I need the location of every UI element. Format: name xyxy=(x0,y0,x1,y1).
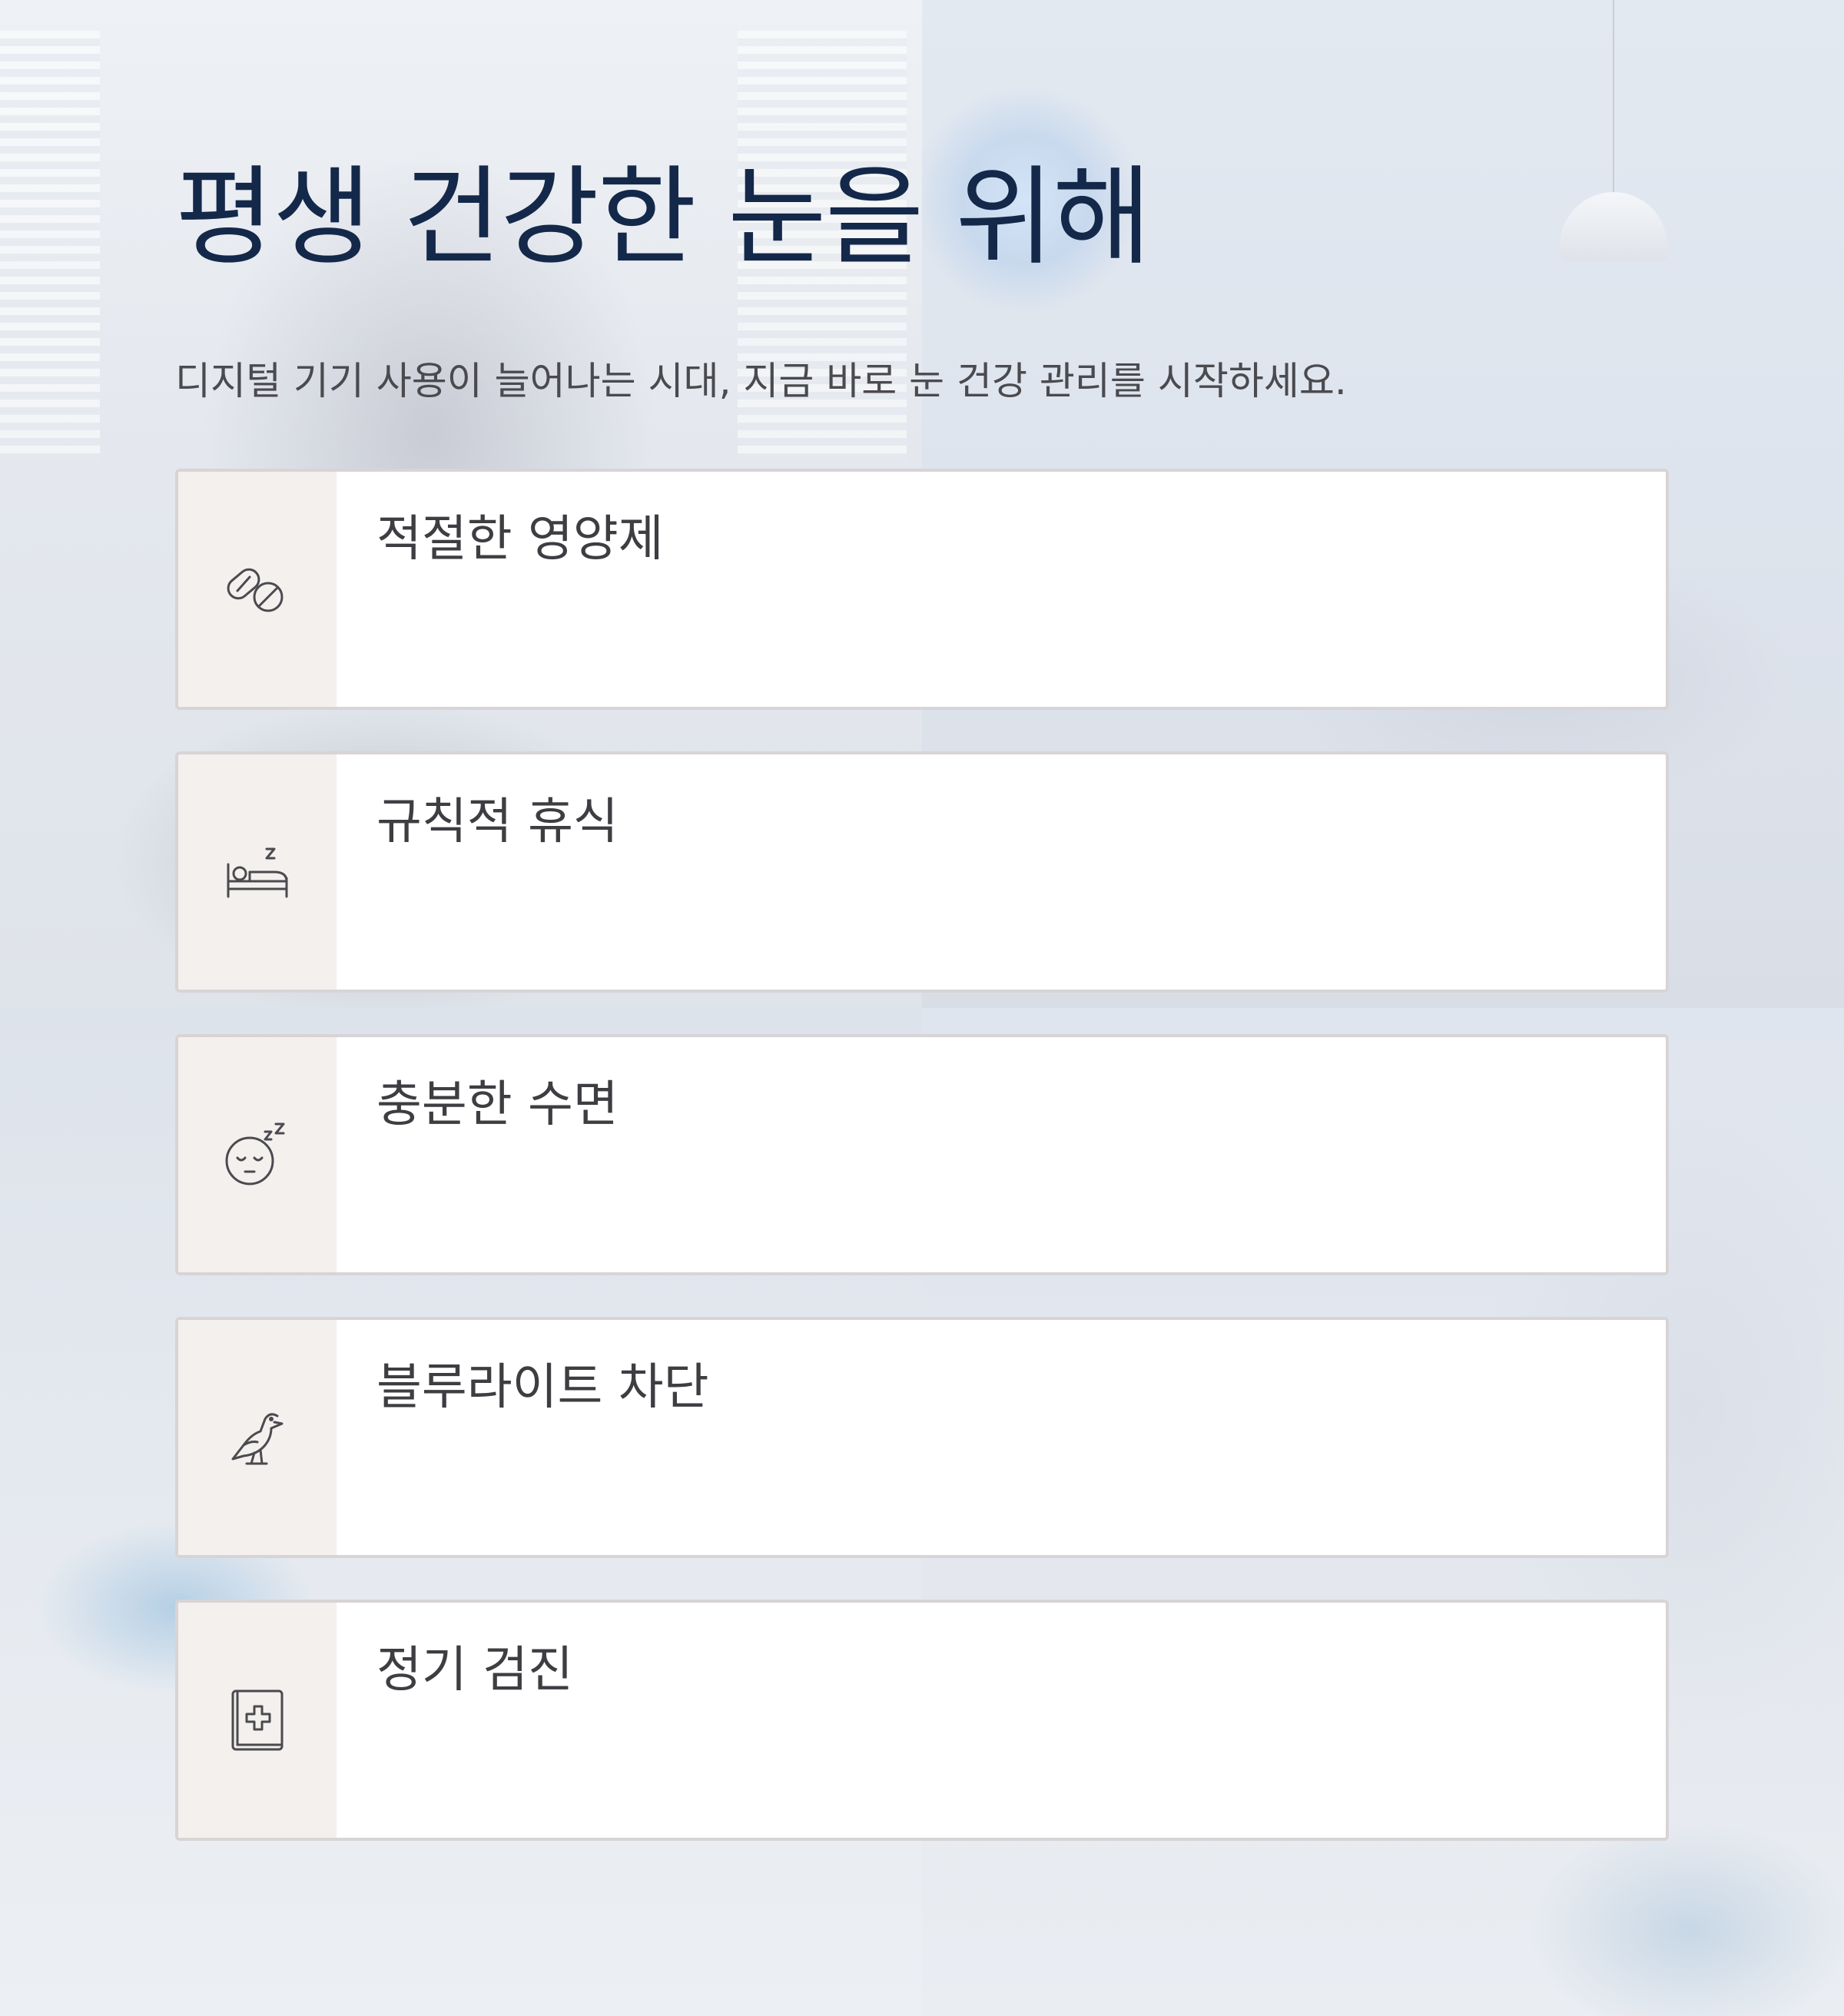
tip-card-body: 정기 검진 xyxy=(337,1603,1666,1838)
sleeping-face-icon xyxy=(225,1122,285,1185)
background-window xyxy=(0,31,100,461)
tip-icon-cell xyxy=(178,754,337,990)
background-lamp-cord xyxy=(1613,0,1614,192)
tip-card-body: 충분한 수면 xyxy=(337,1037,1666,1272)
bed-icon xyxy=(227,847,288,898)
bird-icon xyxy=(231,1413,284,1465)
tip-card-body: 블루라이트 차단 xyxy=(337,1320,1666,1555)
tip-card-checkup: 정기 검진 xyxy=(175,1600,1669,1841)
tip-icon-cell xyxy=(178,1320,337,1555)
medical-book-icon xyxy=(231,1689,284,1751)
tip-card-title: 규칙적 휴식 xyxy=(376,794,619,850)
tip-icon-cell xyxy=(178,1037,337,1272)
tip-card-rest: 규칙적 휴식 xyxy=(175,751,1669,993)
page-title: 평생 건강한 눈을 위해 xyxy=(175,155,1152,280)
tip-icon-cell xyxy=(178,1603,337,1838)
tip-card-title: 충분한 수면 xyxy=(376,1076,619,1133)
tip-card-supplements: 적절한 영양제 xyxy=(175,469,1669,710)
tip-card-sleep: 충분한 수면 xyxy=(175,1034,1669,1275)
tip-icon-cell xyxy=(178,472,337,707)
tip-card-blue-light: 블루라이트 차단 xyxy=(175,1317,1669,1558)
tip-card-title: 블루라이트 차단 xyxy=(376,1359,709,1416)
tip-card-body: 적절한 영양제 xyxy=(337,472,1666,707)
tip-card-title: 정기 검진 xyxy=(376,1642,573,1699)
pills-icon xyxy=(227,568,284,612)
page-subtitle: 디지털 기기 사용이 늘어나는 시대, 지금 바로 눈 건강 관리를 시작하세요… xyxy=(175,359,1347,403)
tip-card-title: 적절한 영양제 xyxy=(376,511,664,568)
tips-list: 적절한 영양제 규칙적 휴식 충분한 수면 블루라이트 차단 정기 검진 xyxy=(175,469,1669,1882)
tip-card-body: 규칙적 휴식 xyxy=(337,754,1666,990)
